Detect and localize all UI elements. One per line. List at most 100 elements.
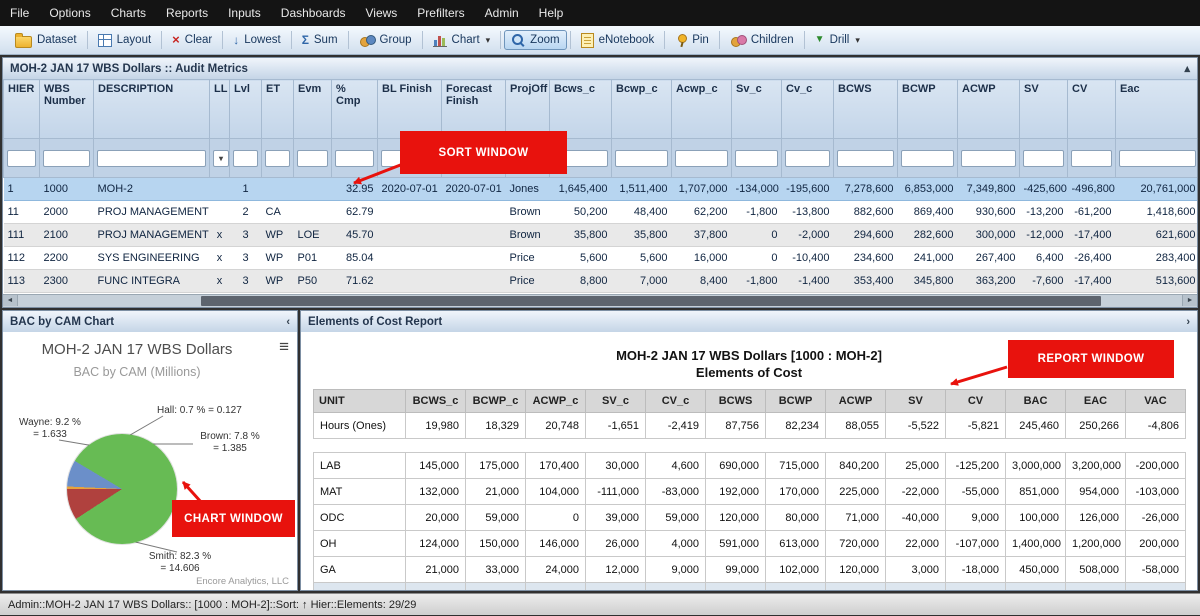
grid-cell[interactable]: 62.79 [331,200,378,224]
grid-cell[interactable]: 50,200 [549,200,612,224]
collapse-right-icon[interactable]: › [1186,316,1190,328]
grid-cell[interactable]: x [209,269,230,293]
column-header-bcwp[interactable]: BCWP [897,79,958,139]
grid-cell[interactable]: -425,600 [1019,177,1068,201]
grid-cell[interactable] [377,269,442,293]
grid-cell[interactable]: 7,000 [611,269,672,293]
grid-cell[interactable] [377,200,442,224]
grid-cell[interactable]: -26,400 [1067,246,1116,270]
scroll-left-icon[interactable]: ◄ [3,295,18,306]
grid-cell[interactable]: 353,400 [833,269,898,293]
hamburger-menu-icon[interactable]: ≡ [279,338,289,355]
grid-cell[interactable] [209,177,230,201]
grid-cell[interactable]: 32.95 [331,177,378,201]
grid-cell[interactable]: 8,400 [671,269,732,293]
grid-cell[interactable]: MOH-2 [93,177,210,201]
grid-cell[interactable] [441,200,506,224]
column-header-bcws[interactable]: BCWS [833,79,898,139]
filter-input-et[interactable] [265,149,290,167]
grid-cell[interactable]: 3 [229,269,262,293]
column-header-projoff[interactable]: ProjOff [505,79,550,139]
grid-cell[interactable]: LOE [293,223,332,247]
grid-cell[interactable]: P50 [293,269,332,293]
grid-cell[interactable]: PROJ MANAGEMENT [93,223,210,247]
grid-cell[interactable]: Jones [505,177,550,201]
grid-cell[interactable]: x [209,246,230,270]
grid-cell[interactable]: 2300 [39,269,94,293]
filter-input-bcwp[interactable] [901,149,954,167]
grid-cell[interactable]: 241,000 [897,246,958,270]
grid-cell[interactable]: 0 [731,246,782,270]
filter-input-lvl[interactable] [233,149,258,167]
column-header-ll[interactable]: LL [209,79,230,139]
filter-dropdown-ll[interactable]: ▾ [213,149,229,167]
filter-input-evm[interactable] [297,149,328,167]
filter-input-description[interactable] [97,149,206,167]
grid-cell[interactable]: 35,800 [549,223,612,247]
grid-cell[interactable]: 1,511,400 [611,177,672,201]
scroll-right-icon[interactable]: ► [1182,295,1197,306]
column-header-eac[interactable]: Eac [1115,79,1197,139]
grid-cell[interactable]: 3 [229,246,262,270]
grid-cell[interactable] [209,200,230,224]
filter-input-cv-c[interactable] [785,149,830,167]
grid-cell[interactable]: 111 [3,223,40,247]
grid-cell[interactable]: WP [261,246,294,270]
grid-cell[interactable]: -195,600 [781,177,834,201]
grid-cell[interactable]: -2,000 [781,223,834,247]
grid-cell[interactable]: 7,349,800 [957,177,1020,201]
filter-input-acwp[interactable] [961,149,1016,167]
grid-cell[interactable]: -496,800 [1067,177,1116,201]
grid-cell[interactable]: 3 [229,223,262,247]
layout-button[interactable]: Layout [91,30,159,50]
drill-button[interactable]: ▼ Drill ▾ [808,30,867,50]
grid-cell[interactable]: SYS ENGINEERING [93,246,210,270]
collapse-up-icon[interactable]: ▴ [1184,62,1190,75]
chart-panel-header[interactable]: BAC by CAM Chart ‹ [3,311,297,333]
grid-cell[interactable]: 1,645,400 [549,177,612,201]
grid-cell[interactable]: 16,000 [671,246,732,270]
grid-cell[interactable]: P01 [293,246,332,270]
filter-input--cmp[interactable] [335,149,374,167]
grid-cell[interactable]: WP [261,269,294,293]
column-header-cv-c[interactable]: Cv_c [781,79,834,139]
menu-file[interactable]: File [0,0,39,26]
menu-options[interactable]: Options [39,0,100,26]
grid-cell[interactable]: 930,600 [957,200,1020,224]
grid-row[interactable]: 112 2200 SYS ENGINEERING x 3 WP P01 85.04 Price 5… [3,246,1197,270]
zoom-button[interactable]: Zoom [504,30,567,50]
column-header-bcwp-c[interactable]: Bcwp_c [611,79,672,139]
report-panel-header[interactable]: Elements of Cost Report › [301,311,1197,333]
grid-cell[interactable]: 0 [731,223,782,247]
grid-cell[interactable]: 267,400 [957,246,1020,270]
grid-cell[interactable] [377,223,442,247]
menu-reports[interactable]: Reports [156,0,218,26]
filter-input-bcwp-c[interactable] [615,149,668,167]
group-button[interactable]: Group [352,31,419,50]
grid-cell[interactable]: 37,800 [671,223,732,247]
grid-cell[interactable]: 882,600 [833,200,898,224]
filter-input-hier[interactable] [7,149,36,167]
grid-cell[interactable]: 1000 [39,177,94,201]
column-header-evm[interactable]: Evm [293,79,332,139]
grid-cell[interactable]: 300,000 [957,223,1020,247]
pie-chart[interactable] [67,434,177,544]
horizontal-scrollbar[interactable]: ◄ ► [3,294,1197,307]
grid-cell[interactable]: 294,600 [833,223,898,247]
column-header-acwp[interactable]: ACWP [957,79,1020,139]
dataset-button[interactable]: Dataset [8,30,84,51]
grid-cell[interactable]: 2000 [39,200,94,224]
grid-cell[interactable]: 5,600 [549,246,612,270]
column-header-bcws-c[interactable]: Bcws_c [549,79,612,139]
menu-views[interactable]: Views [356,0,408,26]
grid-cell[interactable]: -13,800 [781,200,834,224]
grid-cell[interactable]: -13,200 [1019,200,1068,224]
grid-cell[interactable]: 1,707,000 [671,177,732,201]
lowest-button[interactable]: ↓ Lowest [226,30,287,50]
grid-cell[interactable] [261,177,294,201]
grid-cell[interactable]: 20,761,000 [1115,177,1197,201]
grid-cell[interactable]: 2200 [39,246,94,270]
grid-cell[interactable]: -61,200 [1067,200,1116,224]
scrollbar-thumb[interactable] [201,296,1101,306]
grid-cell[interactable]: 869,400 [897,200,958,224]
